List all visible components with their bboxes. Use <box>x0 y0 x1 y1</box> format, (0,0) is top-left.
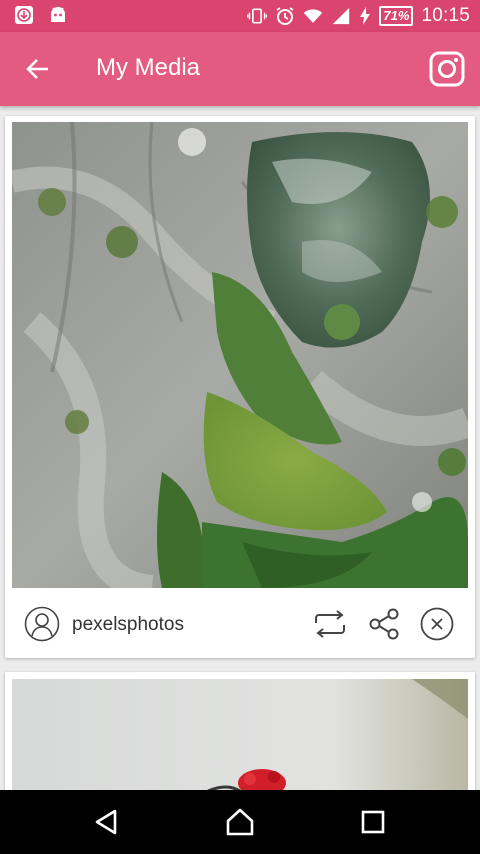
android-icon <box>48 5 68 25</box>
media-card: pexelsphotos <box>5 116 475 658</box>
clock: 10:15 <box>421 5 470 26</box>
home-icon[interactable] <box>220 804 260 840</box>
post-image[interactable] <box>12 122 468 588</box>
signal-icon <box>331 6 351 26</box>
close-icon[interactable] <box>419 606 455 642</box>
app-bar: My Media <box>0 32 480 106</box>
share-icon[interactable] <box>366 606 402 642</box>
download-icon <box>14 5 34 25</box>
post-footer: pexelsphotos <box>5 588 475 658</box>
alarm-icon <box>275 6 295 26</box>
charging-icon <box>359 6 371 26</box>
back-triangle-icon[interactable] <box>86 804 126 840</box>
vibrate-icon <box>247 6 268 26</box>
arrow-left-icon[interactable] <box>20 53 54 85</box>
username[interactable]: pexelsphotos <box>72 614 184 636</box>
navigation-bar <box>0 790 480 854</box>
page-title: My Media <box>96 54 201 81</box>
recents-icon[interactable] <box>353 804 393 840</box>
status-bar: 71% 10:15 <box>0 0 480 32</box>
instagram-icon[interactable] <box>428 50 466 88</box>
repost-icon[interactable] <box>312 606 348 642</box>
media-card <box>5 672 475 802</box>
post-image[interactable] <box>12 679 468 802</box>
avatar[interactable] <box>24 606 60 642</box>
battery-level: 71% <box>379 6 414 26</box>
wifi-icon <box>303 6 323 26</box>
